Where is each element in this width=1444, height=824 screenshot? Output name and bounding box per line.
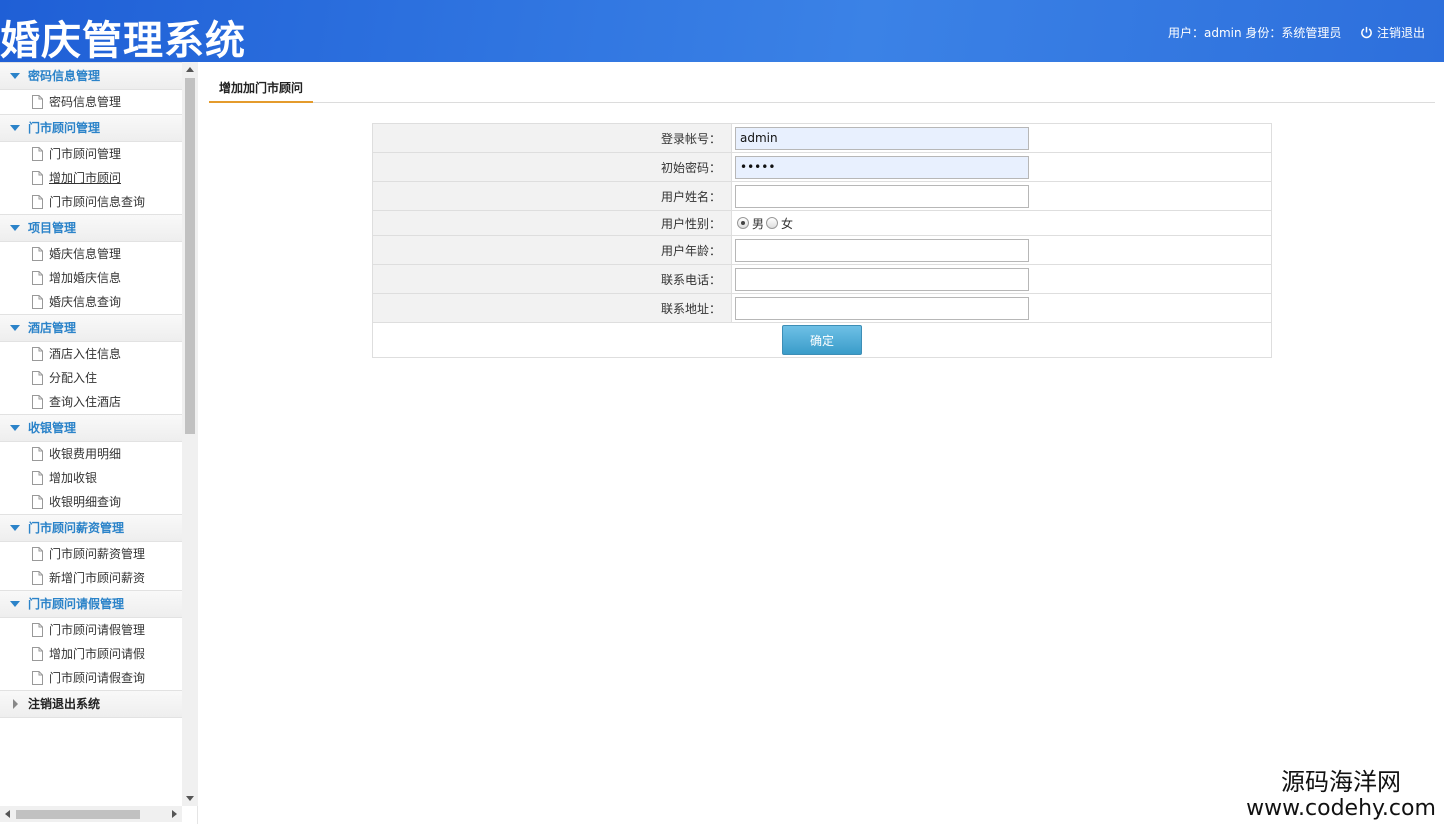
watermark-line1: 源码海洋网 (1281, 768, 1401, 796)
scroll-right-icon[interactable] (172, 810, 177, 818)
menu-item-password-manage[interactable]: 密码信息管理 (0, 90, 182, 114)
scrollbar-thumb[interactable] (185, 78, 195, 434)
menu-group-logout[interactable]: 注销退出系统 (0, 690, 182, 718)
address-label: 联系地址： (372, 293, 732, 323)
menu-item-wedding-query[interactable]: 婚庆信息查询 (0, 290, 182, 314)
logout-link[interactable]: 注销退出 (1360, 24, 1425, 41)
menu-item-consultant-add[interactable]: 增加门市顾问 (0, 166, 182, 190)
caret-down-icon (10, 225, 20, 231)
document-icon (32, 671, 43, 685)
gender-female-radio[interactable] (766, 217, 779, 229)
document-icon (32, 495, 43, 509)
sidebar: 密码信息管理 密码信息管理 门市顾问管理 门市顾问管理 增加门市顾问 门市顾问信… (0, 62, 198, 824)
gender-radio-group: 男 女 (735, 215, 1271, 232)
login-account-input[interactable] (735, 126, 1029, 150)
watermark: 源码海洋网 www.codehy.com (1238, 768, 1444, 822)
menu-item-leave-query[interactable]: 门市顾问请假查询 (0, 666, 182, 690)
document-icon (32, 547, 43, 561)
document-icon (32, 571, 43, 585)
menu-group-project[interactable]: 项目管理 (0, 214, 182, 242)
document-icon (32, 347, 43, 361)
submit-button[interactable]: 确定 (782, 325, 862, 355)
gender-male-radio[interactable] (737, 217, 749, 229)
initial-password-label: 初始密码： (372, 152, 732, 182)
menu-item-cashier-detail[interactable]: 收银费用明细 (0, 442, 182, 466)
document-icon (32, 447, 43, 461)
user-gender-label: 用户性别： (372, 210, 732, 236)
initial-password-input[interactable] (735, 155, 1029, 179)
menu-group-password[interactable]: 密码信息管理 (0, 62, 182, 90)
caret-right-icon (13, 699, 18, 709)
menu-item-hotel-assign[interactable]: 分配入住 (0, 366, 182, 390)
menu-item-leave-manage[interactable]: 门市顾问请假管理 (0, 618, 182, 642)
document-icon (32, 95, 43, 109)
document-icon (32, 647, 43, 661)
gender-female-label: 女 (781, 216, 794, 231)
phone-label: 联系电话： (372, 264, 732, 294)
caret-down-icon (10, 125, 20, 131)
sidebar-vertical-scrollbar[interactable] (182, 62, 198, 806)
menu-item-cashier-add[interactable]: 增加收银 (0, 466, 182, 490)
menu-group-cashier[interactable]: 收银管理 (0, 414, 182, 442)
app-header: 婚庆管理系统 用户：admin 身份：系统管理员 注销退出 (0, 0, 1444, 64)
caret-down-icon (10, 425, 20, 431)
menu-item-salary-manage[interactable]: 门市顾问薪资管理 (0, 542, 182, 566)
user-name-label: 用户姓名： (372, 181, 732, 211)
watermark-line2: www.codehy.com (1246, 796, 1436, 821)
menu-item-consultant-query[interactable]: 门市顾问信息查询 (0, 190, 182, 214)
caret-down-icon (10, 525, 20, 531)
sidebar-horizontal-scrollbar[interactable] (0, 806, 182, 822)
sidebar-menu: 密码信息管理 密码信息管理 门市顾问管理 门市顾问管理 增加门市顾问 门市顾问信… (0, 62, 182, 806)
caret-down-icon (10, 601, 20, 607)
document-icon (32, 247, 43, 261)
menu-item-wedding-add[interactable]: 增加婚庆信息 (0, 266, 182, 290)
menu-group-consultant[interactable]: 门市顾问管理 (0, 114, 182, 142)
document-icon (32, 471, 43, 485)
menu-group-leave[interactable]: 门市顾问请假管理 (0, 590, 182, 618)
menu-item-hotel-query[interactable]: 查询入住酒店 (0, 390, 182, 414)
document-icon (32, 623, 43, 637)
scroll-left-icon[interactable] (5, 810, 10, 818)
menu-item-cashier-query[interactable]: 收银明细查询 (0, 490, 182, 514)
caret-down-icon (10, 73, 20, 79)
document-icon (32, 295, 43, 309)
document-icon (32, 195, 43, 209)
tab-add-consultant[interactable]: 增加加门市顾问 (209, 75, 313, 103)
logout-label: 注销退出 (1377, 26, 1426, 40)
power-icon (1361, 26, 1372, 39)
document-icon (32, 147, 43, 161)
menu-item-wedding-manage[interactable]: 婚庆信息管理 (0, 242, 182, 266)
add-consultant-form: 登录帐号： 初始密码： 用户姓名： 用户性别： 男 女 用户年龄： 联系电话： … (372, 123, 1272, 358)
user-age-input[interactable] (735, 238, 1029, 262)
menu-item-salary-add[interactable]: 新增门市顾问薪资 (0, 566, 182, 590)
scroll-down-icon[interactable] (186, 796, 194, 801)
user-name-input[interactable] (735, 184, 1029, 208)
menu-group-hotel[interactable]: 酒店管理 (0, 314, 182, 342)
user-info: 用户：admin 身份：系统管理员 (1168, 26, 1342, 40)
login-account-label: 登录帐号： (372, 123, 732, 153)
scroll-up-icon[interactable] (186, 67, 194, 72)
menu-item-leave-add[interactable]: 增加门市顾问请假 (0, 642, 182, 666)
gender-male-label: 男 (752, 216, 765, 231)
tab-bar: 增加加门市顾问 (209, 75, 1435, 103)
menu-item-hotel-checkin[interactable]: 酒店入住信息 (0, 342, 182, 366)
document-icon (32, 371, 43, 385)
address-input[interactable] (735, 296, 1029, 320)
document-icon (32, 395, 43, 409)
phone-input[interactable] (735, 267, 1029, 291)
menu-group-salary[interactable]: 门市顾问薪资管理 (0, 514, 182, 542)
user-age-label: 用户年龄： (372, 235, 732, 265)
document-icon (32, 271, 43, 285)
caret-down-icon (10, 325, 20, 331)
app-title: 婚庆管理系统 (0, 18, 246, 64)
menu-item-consultant-manage[interactable]: 门市顾问管理 (0, 142, 182, 166)
document-icon (32, 171, 43, 185)
scrollbar-thumb[interactable] (16, 810, 140, 819)
